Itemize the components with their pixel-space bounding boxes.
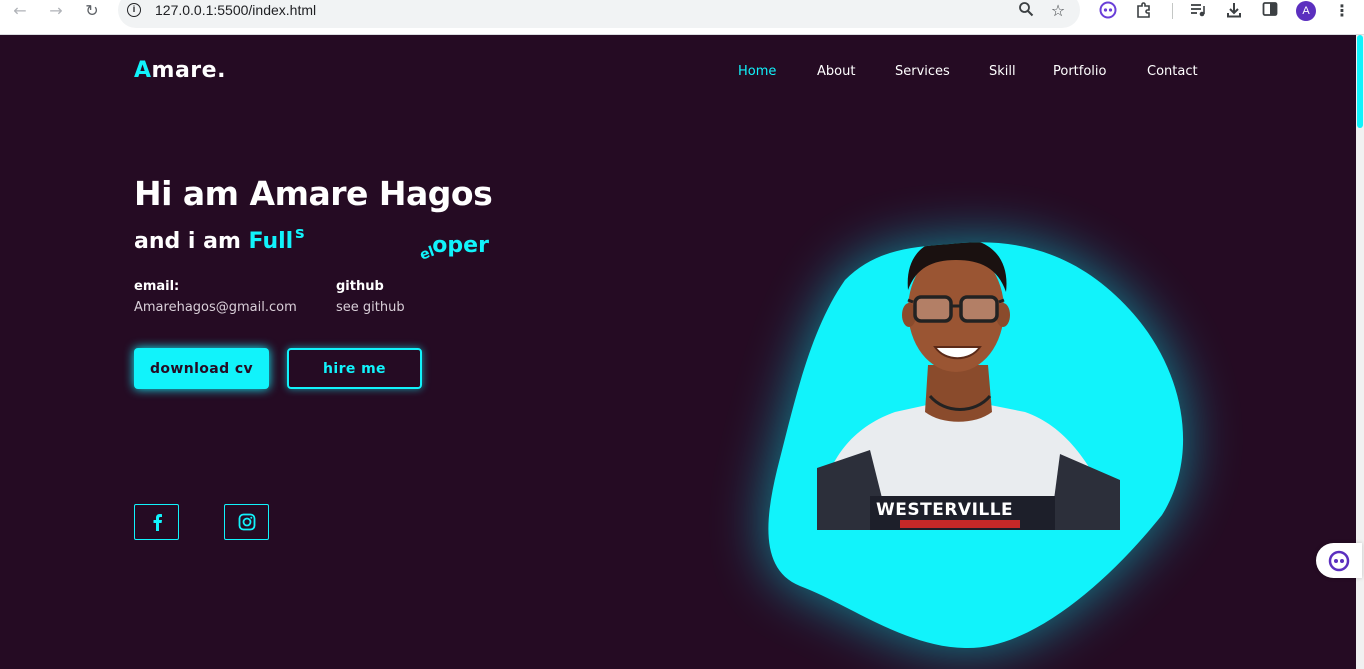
subtitle-prefix: and i am [134, 229, 249, 254]
zoom-icon[interactable] [1016, 1, 1036, 21]
role-animated-letter: s [295, 223, 305, 242]
role-animated-tail: eloper [418, 233, 489, 264]
chat-assistant-button[interactable] [1316, 543, 1362, 578]
info-icon[interactable]: i [127, 3, 141, 17]
nav-about[interactable]: About [817, 64, 855, 79]
github-link[interactable]: see github [336, 300, 405, 315]
facebook-link[interactable] [134, 504, 179, 540]
reload-icon[interactable]: ↻ [82, 1, 102, 21]
sidebar-icon[interactable] [1260, 1, 1280, 21]
facebook-icon [153, 514, 162, 531]
nav-contact[interactable]: Contact [1147, 64, 1198, 79]
forward-icon[interactable]: → [46, 1, 66, 21]
nav-home[interactable]: Home [738, 64, 776, 79]
instagram-link[interactable] [224, 504, 269, 540]
bot-icon [1328, 550, 1350, 571]
hero-image [768, 242, 1184, 649]
star-icon[interactable]: ☆ [1048, 1, 1068, 21]
kebab-menu-icon[interactable]: ⋮ [1332, 1, 1352, 21]
browser-toolbar: ← → ↻ i 127.0.0.1:5500/index.html ☆ A ⋮ [0, 0, 1364, 35]
github-label: github [336, 279, 384, 294]
download-icon[interactable] [1224, 1, 1244, 21]
media-icon[interactable] [1188, 1, 1208, 21]
profile-avatar[interactable]: A [1296, 1, 1316, 21]
back-icon[interactable]: ← [10, 1, 30, 21]
email-label: email: [134, 279, 180, 294]
download-cv-button[interactable]: download cv [134, 348, 269, 389]
instagram-icon [238, 513, 255, 531]
hero-subtitle: and i am Full [134, 229, 293, 254]
shirt-print-text: WESTERVILLE [876, 500, 1014, 520]
nav-portfolio[interactable]: Portfolio [1053, 64, 1106, 79]
toolbar-separator [1172, 3, 1173, 19]
nav-services[interactable]: Services [895, 64, 950, 79]
hire-me-button[interactable]: hire me [287, 348, 422, 389]
role-text: Full [248, 229, 294, 254]
email-value: Amarehagos@gmail.com [134, 300, 297, 315]
hero-title: Hi am Amare Hagos [134, 174, 493, 213]
extension-bot-icon[interactable] [1098, 1, 1118, 21]
role-tail-text: oper [432, 233, 489, 258]
url-text[interactable]: 127.0.0.1:5500/index.html [155, 2, 316, 18]
puzzle-icon[interactable] [1134, 1, 1154, 21]
main-nav: Home About Services Skill Portfolio Cont… [0, 64, 1364, 84]
nav-skill[interactable]: Skill [989, 64, 1016, 79]
